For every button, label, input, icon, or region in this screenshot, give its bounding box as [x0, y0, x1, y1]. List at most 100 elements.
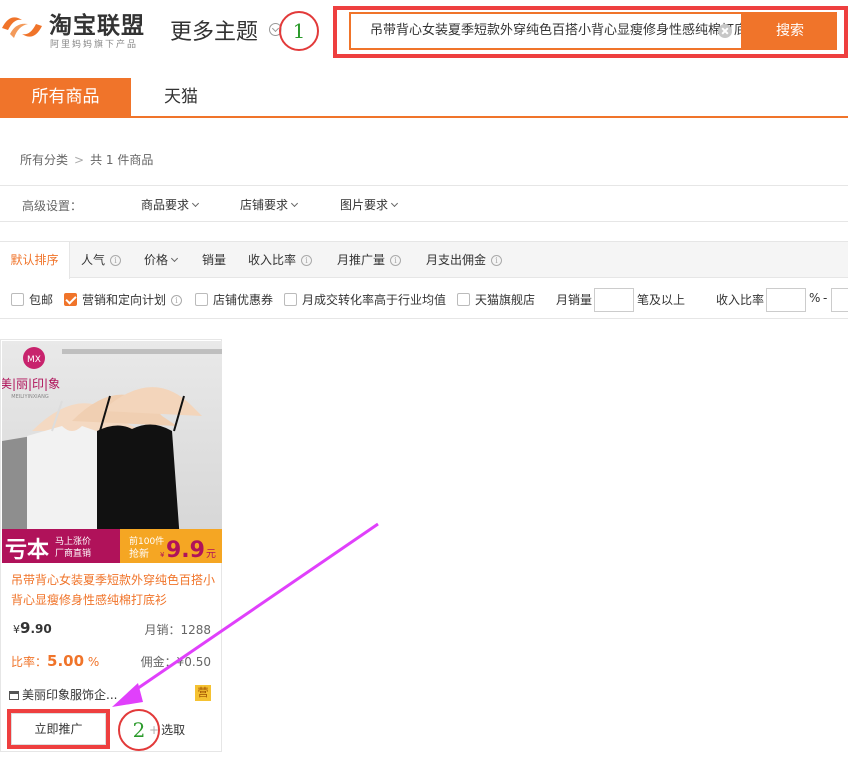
chevron-down-icon: [290, 199, 299, 208]
taobao-union-logo-icon[interactable]: [0, 10, 44, 44]
product-title-link[interactable]: 吊带背心女装夏季短款外穿纯色百搭小背心显瘦修身性感纯棉打底衫: [11, 570, 216, 610]
monthly-sales-input[interactable]: [594, 288, 634, 312]
monthly-sales-label: 月销量: [556, 293, 593, 307]
sort-popularity[interactable]: 人气 i: [81, 242, 122, 278]
income-ratio-max-input[interactable]: [831, 288, 848, 312]
rate-unit: %: [87, 655, 100, 669]
sort-bar: 默认排序 人气 i 价格 销量 收入比率 i 月推广量 i 月支出佣金 i: [0, 241, 848, 279]
annotation-marker-2: 2: [118, 709, 160, 751]
chevron-down-icon: [390, 199, 399, 208]
banner-grab-text: 抢新: [129, 547, 149, 560]
product-photo: MX 美|丽|印|象 MEILIYINXIANG 亏本 马上涨价 厂商直销 前1…: [2, 341, 222, 563]
percent-sign: %: [809, 291, 821, 305]
price-int: 9: [20, 619, 31, 637]
logo-subtitle: 阿里妈妈旗下产品: [50, 40, 139, 50]
brand-badge: MX: [27, 355, 41, 365]
image-requirements-dropdown[interactable]: 图片要求: [340, 196, 399, 213]
sort-monthly-promotions[interactable]: 月推广量 i: [337, 242, 402, 278]
search-input[interactable]: 吊带背心女装夏季短款外穿纯色百搭小背心显瘦修身性感纯棉打底衫: [349, 12, 743, 50]
banner-first-text: 前100件: [129, 535, 164, 547]
result-count: 共 1 件商品: [90, 153, 154, 167]
income-ratio-label: 收入比率: [716, 293, 765, 307]
commission-amount: 佣金：¥0.50: [140, 655, 211, 669]
filter-bar: 包邮 营销和定向计划 i 店铺优惠券 月成交转化率高于行业均值 天猫旗舰店 月销量…: [0, 279, 848, 319]
rate-value: 5.00: [47, 652, 85, 670]
shop-name: 美丽印象服饰企...: [22, 688, 118, 702]
checkbox-label: 月成交转化率高于行业均值: [302, 293, 447, 307]
sort-price[interactable]: 价格: [144, 242, 179, 278]
info-icon[interactable]: i: [301, 255, 313, 266]
checkbox-checked[interactable]: [64, 293, 77, 306]
tab-tmall[interactable]: 天猫: [131, 78, 231, 116]
checkbox[interactable]: [284, 293, 297, 306]
banner-small-text-2: 厂商直销: [55, 547, 91, 559]
checkbox-label: 包邮: [29, 293, 54, 307]
checkbox[interactable]: [457, 293, 470, 306]
commission-rate: 比率：5.00 %: [11, 652, 99, 670]
checkbox-label: 店铺优惠券: [213, 293, 274, 307]
banner-unit: 元: [206, 549, 216, 560]
sort-income-ratio[interactable]: 收入比率 i: [248, 242, 313, 278]
price-decimal: .90: [30, 622, 52, 636]
filter-conversion-above-average[interactable]: 月成交转化率高于行业均值: [284, 291, 446, 308]
monthly-sales: 月销：1288: [144, 623, 211, 637]
tab-all-products[interactable]: 所有商品: [0, 78, 131, 116]
checkbox-label: 天猫旗舰店: [475, 293, 536, 307]
dropdown-label: 图片要求: [340, 198, 389, 212]
banner-price: 9.9: [166, 538, 205, 563]
product-image[interactable]: MX 美|丽|印|象 MEILIYINXIANG 亏本 马上涨价 厂商直销 前1…: [2, 341, 222, 563]
chevron-down-icon: [191, 199, 200, 208]
banner-big-text: 亏本: [5, 538, 49, 563]
rate-label: 比率：: [11, 655, 48, 669]
checkbox[interactable]: [195, 293, 208, 306]
breadcrumb-separator: >: [74, 153, 85, 167]
dropdown-label: 商品要求: [141, 198, 190, 212]
sort-sales[interactable]: 销量: [202, 242, 226, 278]
checkbox-label: 营销和定向计划: [82, 293, 167, 307]
dropdown-label: 店铺要求: [240, 198, 289, 212]
banner-price-prefix: ¥: [160, 551, 165, 559]
price-symbol: ¥: [13, 623, 20, 636]
logo-title[interactable]: 淘宝联盟: [49, 6, 145, 40]
marketing-tag-icon: 营: [195, 685, 211, 701]
search-button[interactable]: 搜索: [743, 12, 837, 50]
sort-monthly-commission[interactable]: 月支出佣金 i: [426, 242, 503, 278]
filter-tmall-flagship[interactable]: 天猫旗舰店: [457, 291, 535, 308]
banner-small-text-1: 马上涨价: [55, 536, 91, 547]
range-dash: -: [823, 291, 828, 305]
brand-name-en: MEILIYINXIANG: [11, 394, 49, 400]
brand-name: 美|丽|印|象: [2, 377, 60, 391]
monthly-sales-suffix: 笔及以上: [637, 293, 686, 307]
sort-label: 收入比率: [248, 253, 297, 267]
sort-label: 人气: [81, 253, 106, 267]
shop-requirements-dropdown[interactable]: 店铺要求: [240, 196, 299, 213]
sort-label: 月支出佣金: [426, 253, 487, 267]
breadcrumb: 所有分类 > 共 1 件商品: [20, 151, 153, 168]
checkbox[interactable]: [11, 293, 24, 306]
header: 淘宝联盟 阿里妈妈旗下产品 更多主题 1 吊带背心女装夏季短款外穿纯色百搭小背心…: [0, 0, 848, 62]
info-icon[interactable]: i: [110, 255, 122, 266]
promote-now-button[interactable]: 立即推广: [11, 713, 106, 745]
filter-shop-coupon[interactable]: 店铺优惠券: [195, 291, 273, 308]
chevron-down-icon: [170, 254, 179, 263]
filter-free-shipping[interactable]: 包邮: [11, 291, 53, 308]
breadcrumb-all-categories[interactable]: 所有分类: [20, 153, 68, 167]
product-card: MX 美|丽|印|象 MEILIYINXIANG 亏本 马上涨价 厂商直销 前1…: [0, 339, 222, 752]
income-ratio-min-input[interactable]: [766, 288, 806, 312]
shop-icon: [9, 691, 19, 700]
advanced-settings-bar: 高级设置： 商品要求 店铺要求 图片要求: [0, 185, 848, 222]
select-label: 选取: [161, 723, 186, 737]
shop-link[interactable]: 美丽印象服饰企...: [9, 686, 117, 703]
filter-marketing-plan[interactable]: 营销和定向计划 i: [64, 291, 183, 308]
product-requirements-dropdown[interactable]: 商品要求: [141, 196, 200, 213]
annotation-marker-1: 1: [279, 11, 319, 51]
clear-icon[interactable]: [718, 24, 732, 38]
info-icon[interactable]: i: [491, 255, 503, 266]
product-price: ¥9.90: [13, 619, 52, 637]
info-icon[interactable]: i: [171, 295, 183, 306]
more-themes-link[interactable]: 更多主题: [170, 14, 258, 46]
sort-label: 月推广量: [337, 253, 386, 267]
sort-default[interactable]: 默认排序: [0, 242, 70, 279]
advanced-settings-label: 高级设置：: [22, 199, 83, 213]
info-icon[interactable]: i: [390, 255, 402, 266]
